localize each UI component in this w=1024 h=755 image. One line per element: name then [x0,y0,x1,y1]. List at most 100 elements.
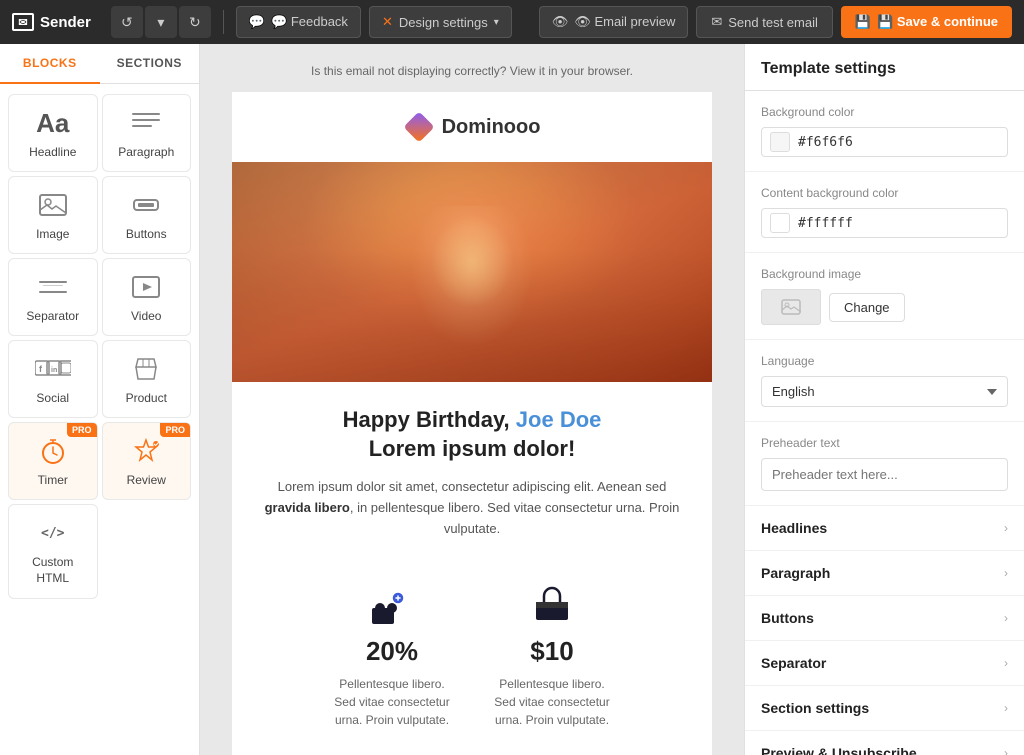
change-bg-image-button[interactable]: Change [829,293,905,322]
block-product-label: Product [126,391,167,405]
logo-diamond [404,112,434,142]
feedback-icon: 💬 [249,14,265,30]
preheader-input[interactable] [761,458,1008,491]
bg-image-preview [761,289,821,325]
bg-color-section: Background color [745,91,1024,172]
accordion-paragraph: Paragraph › [745,551,1024,596]
feedback-label: 💬 Feedback [271,14,348,30]
app-logo: Sender [12,13,91,31]
design-settings-label: Design settings [399,15,488,30]
image-icon [39,189,67,221]
email-body-content: Happy Birthday, Joe Doe Lorem ipsum dolo… [232,382,712,755]
content-bg-swatch[interactable] [770,213,790,233]
block-social[interactable]: f in Social [8,340,98,418]
email-preview-button[interactable]: 👁 👁 Email preview [539,6,689,38]
block-separator[interactable]: Separator [8,258,98,336]
canvas-top-message: Is this email not displaying correctly? … [311,64,633,78]
stat1-icon [368,580,416,628]
blocks-grid: Aa Headline Paragraph Image Buttons [0,84,199,609]
block-social-label: Social [36,391,69,405]
accordion-headlines: Headlines › [745,506,1024,551]
content-bg-input-row [761,208,1008,238]
email-stats: 20% Pellentesque libero. Sed vitae conse… [264,564,680,745]
block-buttons[interactable]: Buttons [102,176,192,254]
accordion-buttons: Buttons › [745,596,1024,641]
accordion-section-settings-arrow: › [1004,701,1008,715]
accordion-paragraph-title: Paragraph [761,565,830,581]
buttons-icon [132,189,160,221]
app-name: Sender [40,14,91,31]
history-controls: ↺ ▾ ↻ [111,6,211,38]
save-continue-button[interactable]: 💾 💾 Save & continue [841,6,1012,38]
stat1-value: 20% [366,636,418,667]
content-bg-value[interactable] [798,216,999,231]
accordion-preview-unsubscribe-header[interactable]: Preview & Unsubscribe › [745,731,1024,755]
block-paragraph[interactable]: Paragraph [102,94,192,172]
main-layout: BLOCKS SECTIONS Aa Headline Paragraph [0,44,1024,755]
block-headline[interactable]: Aa Headline [8,94,98,172]
accordion-buttons-title: Buttons [761,610,814,626]
stat1-desc: Pellentesque libero. Sed vitae consectet… [332,675,452,729]
canvas-area: Is this email not displaying correctly? … [200,44,744,755]
timer-icon [40,435,66,467]
email-logo-text: Dominooo [442,116,541,139]
language-select[interactable]: English Spanish French German [761,376,1008,407]
block-video[interactable]: Video [102,258,192,336]
block-custom-html-label: Custom HTML [17,555,89,586]
stat2-value: $10 [530,636,573,667]
accordion-headlines-title: Headlines [761,520,827,536]
bg-color-input-row [761,127,1008,157]
block-image[interactable]: Image [8,176,98,254]
save-label: 💾 Save & continue [877,14,998,30]
logo-diamond-shape [403,111,434,142]
block-review[interactable]: PRO Review [102,422,192,500]
email-hero-image [232,162,712,382]
review-icon [130,435,162,467]
custom-html-icon: </> [41,517,64,549]
block-timer[interactable]: PRO Timer [8,422,98,500]
accordion-section-settings: Section settings › [745,686,1024,731]
stat2-icon [528,580,576,628]
accordion-headlines-header[interactable]: Headlines › [745,506,1024,550]
preheader-label: Preheader text [761,436,1008,450]
design-dropdown-arrow: ▾ [494,17,499,28]
video-icon [132,271,160,303]
bg-color-value[interactable] [798,135,999,150]
accordion-buttons-header[interactable]: Buttons › [745,596,1024,640]
redo-button[interactable]: ↻ [179,6,211,38]
timer-pro-badge: PRO [67,423,97,437]
email-logo: Dominooo [404,112,541,142]
svg-text:in: in [51,367,57,374]
undo-button[interactable]: ↺ [111,6,143,38]
dropdown-button[interactable]: ▾ [145,6,177,38]
stat-item-1: 20% Pellentesque libero. Sed vitae conse… [332,580,452,729]
bg-image-label: Background image [761,267,1008,281]
accordion-separator-header[interactable]: Separator › [745,641,1024,685]
tab-sections[interactable]: SECTIONS [100,44,200,83]
feedback-button[interactable]: 💬 💬 Feedback [236,6,361,38]
block-image-label: Image [36,227,69,241]
language-label: Language [761,354,1008,368]
save-icon: 💾 [855,14,871,30]
product-icon [133,353,159,385]
social-icon: f in [35,353,71,385]
send-test-button[interactable]: ✉ Send test email [696,6,833,38]
accordion-preview-unsubscribe-title: Preview & Unsubscribe [761,745,917,755]
block-custom-html[interactable]: </> Custom HTML [8,504,98,599]
svg-text:f: f [39,364,43,374]
accordion-paragraph-header[interactable]: Paragraph › [745,551,1024,595]
language-section: Language English Spanish French German [745,340,1024,422]
block-product[interactable]: Product [102,340,192,418]
bg-color-swatch[interactable] [770,132,790,152]
accordion-section-settings-header[interactable]: Section settings › [745,686,1024,730]
design-settings-button[interactable]: ✕ Design settings ▾ [369,6,512,38]
accordion-preview-unsubscribe-arrow: › [1004,746,1008,755]
headline-text-1: Happy Birthday, [343,407,516,432]
accordion-headlines-arrow: › [1004,521,1008,535]
accordion-separator-arrow: › [1004,656,1008,670]
tab-blocks[interactable]: BLOCKS [0,44,100,84]
design-icon: ✕ [382,14,393,30]
review-pro-badge: PRO [160,423,190,437]
bg-image-section: Background image Change [745,253,1024,340]
preview-icon: 👁 [552,14,569,30]
